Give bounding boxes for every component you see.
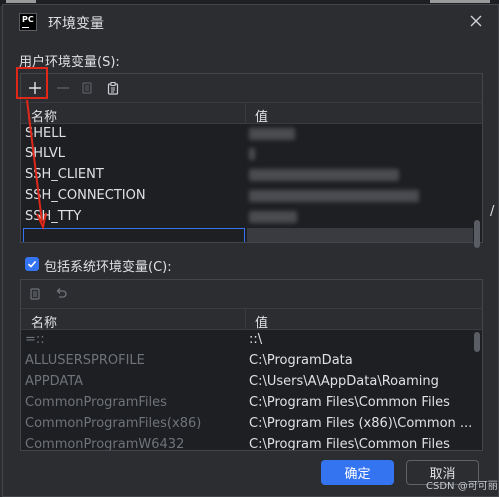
variable-name: CommonProgramFiles	[25, 395, 167, 410]
user-table-header: 名称 值	[21, 102, 482, 125]
remove-icon[interactable]	[53, 78, 73, 98]
new-variable-value-cell[interactable]	[247, 228, 473, 242]
variable-value-redacted	[249, 190, 419, 202]
variable-value-redacted	[249, 211, 297, 223]
variable-value-redacted	[249, 169, 399, 181]
variable-value: C:\Program Files\Common Files	[249, 395, 450, 410]
table-row[interactable]: SHELL	[21, 124, 482, 144]
user-variables-panel: 名称 值 SHELL SHLVL SSH_CLIENT SSH_CONNECTI…	[20, 73, 483, 248]
variable-name: =::	[25, 332, 45, 347]
table-row[interactable]: CommonProgramFiles C:\Program Files\Comm…	[21, 393, 482, 414]
column-value-header[interactable]: 值	[255, 312, 268, 331]
system-table-scrollbar[interactable]	[474, 332, 480, 352]
table-row[interactable]: SHLVL	[21, 144, 482, 165]
copy-icon[interactable]	[77, 78, 97, 98]
table-row[interactable]: SSH_CLIENT	[21, 165, 482, 186]
variable-value: ::\	[249, 332, 263, 347]
ok-button[interactable]: 确定	[321, 460, 394, 485]
variable-value: C:\ProgramData	[249, 353, 353, 368]
variable-value-redacted	[249, 148, 255, 160]
system-variables-panel: 名称 值 =:: ::\ ALLUSERSPROFILE C:\ProgramD…	[20, 279, 483, 451]
copy-icon[interactable]	[25, 284, 45, 304]
watermark: CSDN @可可丽	[426, 481, 498, 492]
table-row[interactable]: SSH_TTY	[21, 207, 482, 228]
table-row[interactable]: =:: ::\	[21, 330, 482, 351]
variable-name: CommonProgramFiles(x86)	[25, 416, 202, 431]
paste-icon[interactable]	[103, 78, 123, 98]
column-value-header[interactable]: 值	[255, 106, 268, 125]
table-row[interactable]: ALLUSERSPROFILE C:\ProgramData	[21, 351, 482, 372]
table-row[interactable]: SSH_CONNECTION	[21, 186, 482, 207]
include-system-variables-label: 包括系统环境变量(C):	[44, 260, 172, 275]
variable-name: CommonProgramW6432	[25, 437, 185, 450]
undo-icon[interactable]	[51, 284, 71, 304]
column-name-header[interactable]: 名称	[31, 312, 57, 331]
variable-name: APPDATA	[25, 374, 84, 389]
variable-value: C:\Users\A\AppData\Roaming	[249, 374, 439, 389]
variable-name: SSH_TTY	[25, 209, 82, 224]
new-variable-row[interactable]	[21, 228, 482, 242]
variable-value: C:\Program Files\Common Files	[249, 437, 450, 450]
variable-name: ALLUSERSPROFILE	[25, 353, 145, 368]
variable-name: SHLVL	[25, 146, 65, 161]
variable-name: SHELL	[25, 126, 66, 141]
table-row[interactable]: CommonProgramW6432 C:\Program Files\Comm…	[21, 435, 482, 450]
title-bar: PC 环境变量	[3, 5, 498, 39]
pycharm-app-icon: PC	[19, 13, 37, 31]
environment-variables-dialog: PC 环境变量 用户环境变量(S): 名称 值 SHELL SHLVL SSH_…	[2, 4, 499, 497]
system-table-header: 名称 值	[21, 308, 482, 331]
annotation-highlight-box	[16, 67, 48, 99]
include-system-variables-checkbox[interactable]	[25, 257, 39, 271]
variable-name: SSH_CLIENT	[25, 167, 104, 182]
user-table-scrollbar[interactable]	[474, 220, 480, 248]
variable-value-redacted	[249, 128, 295, 140]
dialog-title: 环境变量	[48, 16, 104, 32]
background-window-fragment: /	[490, 204, 495, 219]
new-variable-name-input[interactable]	[23, 228, 245, 242]
user-toolbar	[21, 74, 482, 102]
table-row[interactable]: CommonProgramFiles(x86) C:\Program Files…	[21, 414, 482, 435]
close-icon[interactable]	[469, 14, 483, 28]
column-name-header[interactable]: 名称	[31, 106, 57, 125]
table-row[interactable]: APPDATA C:\Users\A\AppData\Roaming	[21, 372, 482, 393]
system-toolbar	[21, 280, 482, 308]
user-variables-table: SHELL SHLVL SSH_CLIENT SSH_CONNECTION SS…	[21, 124, 482, 242]
system-variables-table: =:: ::\ ALLUSERSPROFILE C:\ProgramData A…	[21, 330, 482, 450]
variable-name: SSH_CONNECTION	[25, 188, 146, 203]
variable-value: C:\Program Files (x86)\Common ...	[249, 416, 473, 431]
